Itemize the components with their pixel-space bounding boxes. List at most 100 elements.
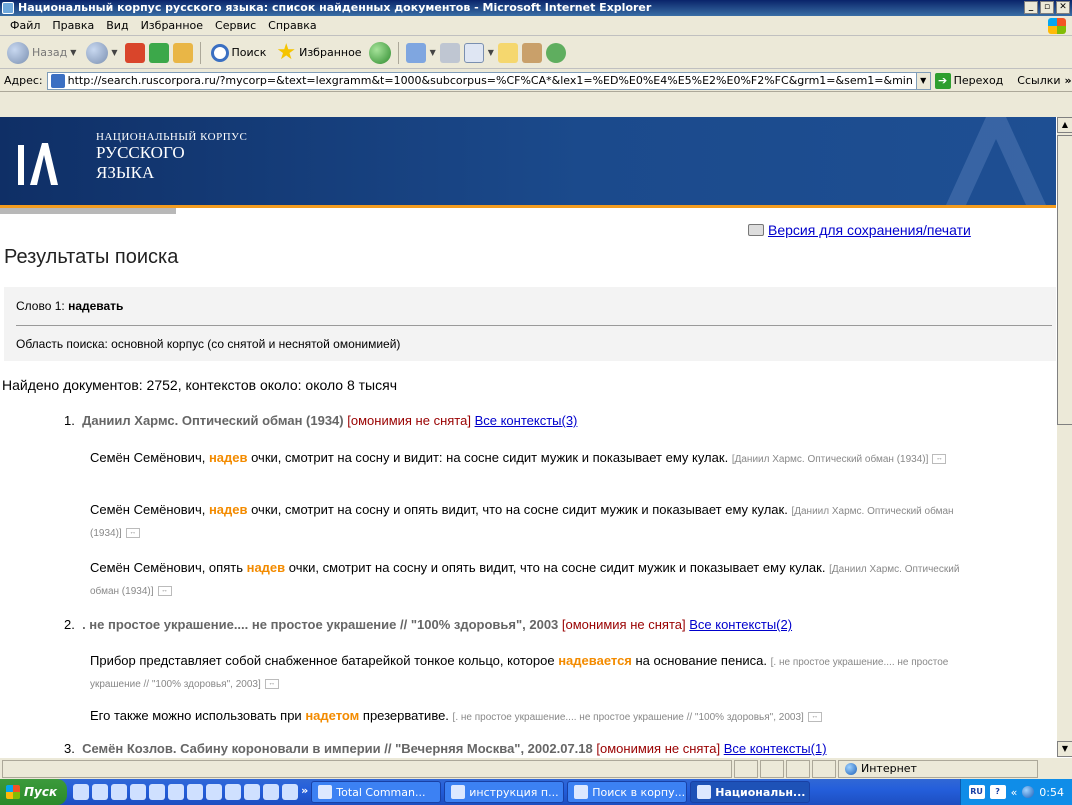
omonimia-status: [омонимия не снята] — [596, 741, 721, 756]
task-total-commander[interactable]: Total Comman... — [311, 781, 442, 803]
quick-launch-icon[interactable] — [92, 784, 109, 800]
mail-icon[interactable] — [405, 42, 426, 63]
security-zone: Интернет — [838, 759, 1038, 778]
clock[interactable]: 0:54 — [1039, 786, 1064, 799]
divider — [16, 325, 1052, 326]
context-hit: надевается — [558, 653, 632, 668]
quick-launch-icon[interactable] — [282, 784, 299, 800]
expand-context-icon[interactable]: ↔ — [157, 585, 172, 596]
mail-dropdown-icon[interactable]: ▼ — [430, 48, 436, 57]
maximize-button[interactable]: ▫ — [1040, 1, 1054, 14]
go-button[interactable]: ➔ Переход — [934, 72, 1003, 89]
discuss-icon[interactable] — [497, 42, 518, 63]
context-before: Семён Семёнович, опять — [90, 560, 247, 575]
refresh-icon[interactable] — [148, 42, 169, 63]
task-national-corpus[interactable]: Национальн... — [690, 781, 811, 803]
menu-help[interactable]: Справка — [262, 16, 322, 36]
task-instruction[interactable]: инструкция п... — [444, 781, 565, 803]
task-corpus-search[interactable]: Поиск в корпу... — [567, 781, 688, 803]
context-snippet: Его также можно использовать при надетом… — [90, 706, 970, 728]
document-source: // "Вечерняя Москва", 2002.07.18 — [380, 741, 593, 756]
quick-launch-icon[interactable] — [168, 784, 185, 800]
start-button[interactable]: Пуск — [0, 779, 68, 805]
quick-launch-icon[interactable] — [73, 784, 90, 800]
omonimia-status: [омонимия не снята] — [561, 617, 686, 632]
address-dropdown-icon[interactable]: ▼ — [915, 72, 930, 89]
menu-bar: Файл Правка Вид Избранное Сервис Справка — [0, 16, 1072, 36]
edit-dropdown-icon[interactable]: ▼ — [488, 48, 494, 57]
scroll-down-icon[interactable]: ▼ — [1057, 741, 1072, 757]
star-icon: ★ — [276, 39, 297, 65]
corpus-logo-icon — [18, 143, 58, 185]
toolbar-separator — [199, 41, 201, 64]
quick-launch-icon[interactable] — [130, 784, 147, 800]
help-tray-icon[interactable]: ? — [989, 785, 1006, 799]
go-arrow-icon: ➔ — [934, 72, 951, 89]
expand-context-icon[interactable]: ↔ — [125, 527, 140, 538]
all-contexts-link[interactable]: Все контексты(2) — [689, 617, 792, 632]
research-icon[interactable] — [521, 42, 542, 63]
vertical-scrollbar[interactable]: ▲ ▼ — [1056, 117, 1072, 757]
favorites-button[interactable]: ★ Избранное — [273, 40, 364, 66]
popup-blocker-icon[interactable] — [812, 759, 836, 778]
status-text-area — [2, 759, 732, 778]
menu-favorites[interactable]: Избранное — [135, 16, 209, 36]
forward-button[interactable]: ▼ — [83, 40, 120, 66]
status-bar: Интернет — [0, 757, 1072, 779]
quick-launch-icon[interactable] — [263, 784, 280, 800]
history-icon[interactable] — [368, 41, 391, 64]
scroll-up-icon[interactable]: ▲ — [1057, 117, 1072, 133]
home-icon[interactable] — [172, 42, 193, 63]
forward-dropdown-icon[interactable]: ▼ — [111, 48, 117, 57]
quick-launch-icon[interactable] — [225, 784, 242, 800]
messenger-icon[interactable] — [545, 42, 566, 63]
tray-expand-icon[interactable]: « — [1011, 786, 1018, 799]
search-icon — [210, 43, 229, 62]
all-contexts-link[interactable]: Все контексты(1) — [724, 741, 827, 756]
page-title: Результаты поиска — [4, 246, 179, 268]
context-before: Его также можно использовать при — [90, 708, 306, 723]
address-label: Адрес: — [4, 74, 43, 87]
address-url[interactable]: http://search.ruscorpora.ru/?mycorp=&tex… — [68, 74, 916, 87]
context-hit: надев — [208, 450, 248, 465]
print-icon[interactable] — [439, 42, 460, 63]
edit-word-icon[interactable] — [463, 42, 484, 63]
query-word-prefix: Слово 1: — [16, 299, 65, 313]
logo-line-3: ЯЗЫКА — [96, 163, 155, 182]
close-button[interactable]: ✕ — [1056, 1, 1070, 14]
quick-launch-icon[interactable] — [149, 784, 166, 800]
expand-context-icon[interactable]: ↔ — [807, 711, 822, 722]
network-tray-icon[interactable] — [1022, 786, 1035, 798]
page-viewport: НАЦИОНАЛЬНЫЙ КОРПУС РУССКОГО ЯЗЫКА Верси… — [0, 117, 1056, 757]
back-dropdown-icon[interactable]: ▼ — [70, 48, 76, 57]
document-title: Даниил Хармс. Оптический обман (1934) — [82, 413, 344, 428]
scroll-thumb[interactable] — [1057, 135, 1072, 425]
menu-tools[interactable]: Сервис — [209, 16, 262, 36]
links-chevron-icon[interactable]: » — [1065, 74, 1072, 87]
quick-launch-icon[interactable] — [111, 784, 128, 800]
print-link-text[interactable]: Версия для сохранения/печати — [768, 222, 971, 238]
quick-launch-icon[interactable] — [187, 784, 204, 800]
quick-launch-icon[interactable] — [206, 784, 223, 800]
minimize-button[interactable]: _ — [1024, 1, 1038, 14]
expand-context-icon[interactable]: ↔ — [264, 678, 279, 689]
quick-launch-icon[interactable] — [244, 784, 261, 800]
expand-context-icon[interactable]: ↔ — [932, 453, 947, 464]
address-input[interactable]: http://search.ruscorpora.ru/?mycorp=&tex… — [46, 71, 931, 90]
back-button[interactable]: Назад ▼ — [4, 40, 79, 66]
address-bar: Адрес: http://search.ruscorpora.ru/?myco… — [0, 70, 1072, 92]
links-button[interactable]: Ссылки — [1017, 74, 1060, 87]
quick-launch-more-icon[interactable]: » — [301, 784, 308, 800]
taskbar: Пуск » Total Comman... инструкция п... П… — [0, 779, 1072, 805]
language-indicator[interactable]: RU — [968, 785, 985, 799]
search-button[interactable]: Поиск — [208, 40, 270, 66]
toolbar-separator — [397, 41, 399, 64]
menu-view[interactable]: Вид — [100, 16, 134, 36]
stop-icon[interactable] — [124, 42, 145, 63]
page-icon — [50, 73, 65, 88]
menu-file[interactable]: Файл — [4, 16, 46, 36]
ie-window: Национальный корпус русского языка: спис… — [0, 0, 1072, 805]
print-version-link[interactable]: Версия для сохранения/печати — [748, 222, 971, 238]
menu-edit[interactable]: Правка — [46, 16, 100, 36]
all-contexts-link[interactable]: Все контексты(3) — [475, 413, 578, 428]
